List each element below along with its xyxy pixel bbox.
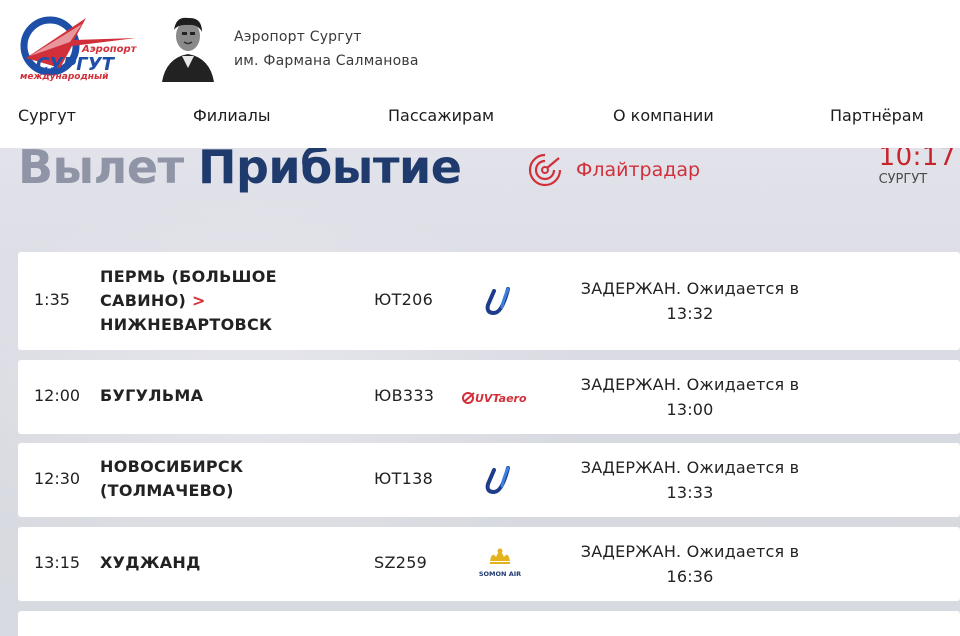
flight-number: ЮТ138 [374,469,434,488]
flight-row[interactable]: 13:15 ХУДЖАНД SZ259 SOMON AIR ЗАДЕРЖАН. … [18,527,960,601]
flight-row[interactable]: 12:30 НОВОСИБИРСК (ТОЛМАЧЕВО) ЮТ138 ЗАДЕ… [18,443,960,517]
flight-number: SZ259 [374,553,428,572]
site-header: Аэропорт СУРГУТ международный Аэропорт С… [0,0,960,148]
somon-air-icon: SOMON AIR [479,548,521,578]
flight-status: ЗАДЕРЖАН. Ожидается в 13:00 [580,375,800,419]
route-origin: ПЕРМЬ (БОЛЬШОЕ САВИНО) [100,267,277,310]
flight-route: НОВОСИБИРСК (ТОЛМАЧЕВО) [100,455,360,503]
airport-logo[interactable]: Аэропорт СУРГУТ международный [16,12,144,82]
flight-status: ЗАДЕРЖАН. Ожидается в 13:32 [580,279,800,323]
nav-item-surgut[interactable]: Сургут [18,106,76,125]
nav-item-partners[interactable]: Партнёрам [830,106,924,125]
nav-item-branches[interactable]: Филиалы [193,106,270,125]
local-clock: 10:17 СУРГУТ [879,148,956,187]
uvtaero-icon: UVTaero [462,392,527,405]
flight-time: 12:30 [34,469,81,488]
route-destination: НИЖНЕВАРТОВСК [100,315,273,334]
svg-text:UVTaero: UVTaero [475,392,527,405]
flight-row[interactable]: 1:35 ПЕРМЬ (БОЛЬШОЕ САВИНО) > НИЖНЕВАРТО… [18,252,960,350]
flightradar-label: Флайтрадар [576,159,701,181]
flight-row[interactable]: 12:00 БУГУЛЬМА ЮВ333 UVTaero ЗАДЕРЖАН. О… [18,360,960,434]
nav-item-passengers[interactable]: Пассажирам [388,106,494,125]
flight-board: Вылет Прибытие Флайтрадар 10:17 СУРГУТ 1… [0,148,960,636]
route-destination: БУГУЛЬМА [100,386,204,405]
svg-text:международный: международный [20,72,109,82]
flight-time: 1:35 [34,290,70,309]
radar-icon [528,153,562,187]
flight-route: ПЕРМЬ (БОЛЬШОЕ САВИНО) > НИЖНЕВАРТОВСК [100,265,360,337]
flight-time: 13:15 [34,553,81,572]
route-arrow: > [192,291,206,310]
airport-name-line1: Аэропорт Сургут [234,29,362,45]
svg-text:SOMON AIR: SOMON AIR [479,570,521,578]
utair-icon [485,466,510,495]
clock-time: 10:17 [878,148,956,172]
tab-arrival[interactable]: Прибытие [198,148,462,194]
salmanov-portrait [158,12,218,82]
airport-name-line2: им. Фармана Салманова [234,53,419,69]
tab-departure[interactable]: Вылет [18,148,184,194]
flightradar-link[interactable]: Флайтрадар [526,152,700,188]
flight-number: ЮВ333 [374,386,435,405]
flight-row-partial[interactable] [18,611,960,636]
nav-item-about[interactable]: О компании [613,106,714,125]
flight-status: ЗАДЕРЖАН. Ожидается в 16:36 [580,542,800,586]
airport-name: Аэропорт Сургут им. Фармана Салманова [234,25,419,73]
clock-city: СУРГУТ [878,172,928,187]
route-destination: ХУДЖАНД [100,553,201,572]
utair-icon [485,287,510,316]
flight-status: ЗАДЕРЖАН. Ожидается в 13:33 [580,458,800,502]
route-destination: НОВОСИБИРСК (ТОЛМАЧЕВО) [100,457,244,500]
flight-number: ЮТ206 [374,290,434,309]
flight-route: БУГУЛЬМА [100,384,360,408]
flight-time: 12:00 [34,386,81,405]
main-nav: Сургут Филиалы Пассажирам О компании Пар… [0,106,960,132]
flight-route: ХУДЖАНД [100,551,360,575]
